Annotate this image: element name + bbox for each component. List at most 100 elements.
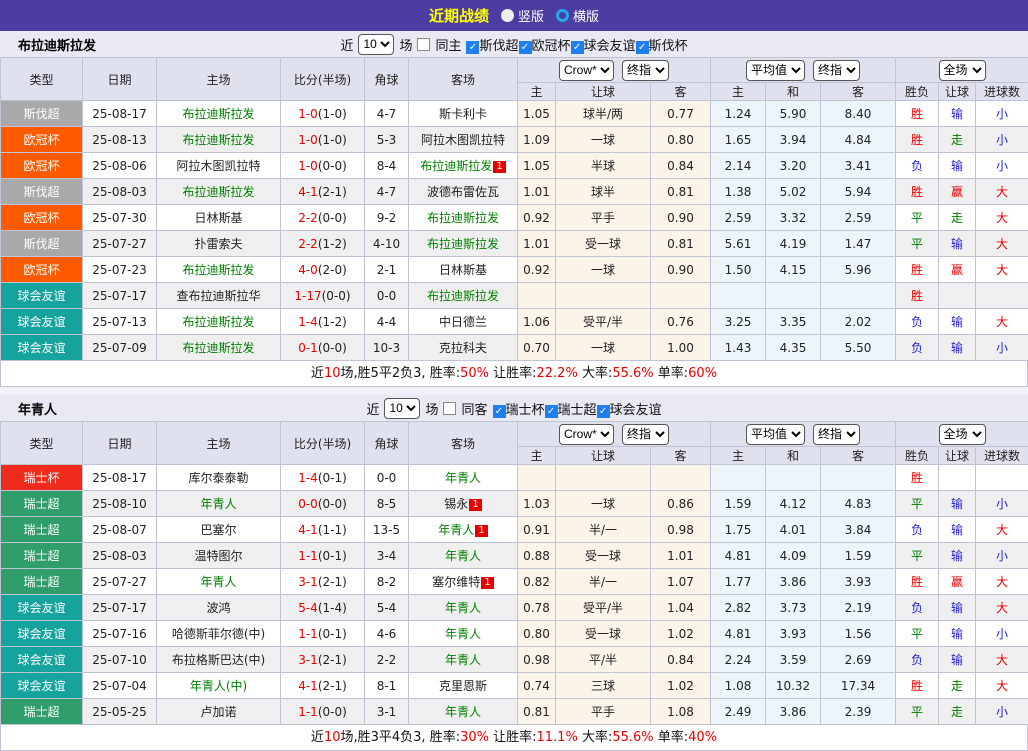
halftime-score: (0-0): [318, 497, 347, 511]
handicap-odds-group: Crow* 终指: [518, 422, 711, 447]
league-badge: 球会友谊: [1, 335, 83, 361]
corner-count: 3-4: [365, 543, 409, 569]
col-header-result: 胜负: [896, 447, 939, 465]
average-final-select[interactable]: 终指: [813, 424, 860, 445]
home-team-name: 年青人: [200, 497, 236, 511]
score: 0-0(0-0): [281, 491, 365, 517]
result-goals: 小: [976, 153, 1028, 179]
home-team: 布拉迪斯拉发: [157, 335, 281, 361]
results-table: 类型 日期 主场 比分(半场) 角球 客场 Crow* 终指 平均值: [0, 57, 1028, 361]
summary-text: 50%: [460, 366, 489, 381]
result-handicap: 输: [939, 621, 976, 647]
radio-off-icon[interactable]: [501, 9, 514, 22]
layout-radio-vertical[interactable]: 竖版: [501, 6, 544, 25]
halftime-score: (1-0): [318, 133, 347, 147]
odds-final-select[interactable]: 终指: [622, 60, 669, 81]
odds-home: [518, 465, 556, 491]
match-date: 25-07-13: [83, 309, 157, 335]
result-outcome: 平: [896, 543, 939, 569]
avg-draw: 4.19: [766, 231, 821, 257]
fulltime-select[interactable]: 全场: [939, 424, 986, 445]
average-odds-group: 平均值 终指: [711, 422, 896, 447]
col-header-away_odds: 客: [651, 447, 711, 465]
avg-away: 2.39: [821, 699, 896, 725]
result-outcome: 平: [896, 205, 939, 231]
match-date: 25-08-10: [83, 491, 157, 517]
result-goals: 小: [976, 621, 1028, 647]
league-checkbox-label: 瑞士超: [558, 403, 597, 418]
halftime-score: (1-2): [318, 315, 347, 329]
odds-source-select[interactable]: Crow*: [559, 60, 614, 81]
col-header-home_odds: 主: [518, 83, 556, 101]
handicap-line: 一球: [556, 127, 651, 153]
same-venue-checkbox[interactable]: [417, 38, 430, 51]
home-team: 年青人(中): [157, 673, 281, 699]
col-header-home: 主场: [157, 422, 281, 465]
away-team-name: 锡永: [444, 497, 468, 511]
radio-vertical-label: 竖版: [518, 6, 544, 25]
handicap-line: 半/一: [556, 569, 651, 595]
result-goals: 小: [976, 101, 1028, 127]
match-row: 球会友谊25-07-10布拉格斯巴达(中)3-1(2-1)2-2年青人0.98平…: [1, 647, 1028, 673]
summary-text: 让胜率:: [489, 730, 537, 745]
away-team: 年青人: [409, 543, 518, 569]
result-handicap: 输: [939, 335, 976, 361]
odds-home: 0.82: [518, 569, 556, 595]
league-checkbox[interactable]: ✓: [597, 405, 610, 418]
away-team-name: 布拉迪斯拉发: [420, 159, 492, 173]
league-checkbox[interactable]: ✓: [571, 41, 584, 54]
odds-away: 1.01: [651, 543, 711, 569]
league-checkbox[interactable]: ✓: [545, 405, 558, 418]
odds-away: 1.00: [651, 335, 711, 361]
avg-home: 2.59: [711, 205, 766, 231]
layout-radio-horizontal[interactable]: 横版: [556, 6, 599, 25]
league-badge: 欧冠杯: [1, 153, 83, 179]
odds-away: 0.90: [651, 205, 711, 231]
average-final-select[interactable]: 终指: [813, 60, 860, 81]
halftime-score: (1-0): [318, 107, 347, 121]
score: 2-2(0-0): [281, 205, 365, 231]
odds-home: 0.92: [518, 205, 556, 231]
result-goals: 小: [976, 543, 1028, 569]
match-row: 欧冠杯25-07-30日林斯基2-2(0-0)9-2布拉迪斯拉发0.92平手0.…: [1, 205, 1028, 231]
average-select[interactable]: 平均值: [746, 424, 805, 445]
league-badge: 瑞士超: [1, 543, 83, 569]
avg-draw: 3.73: [766, 595, 821, 621]
result-outcome: 负: [896, 517, 939, 543]
handicap-line: [556, 465, 651, 491]
corner-count: 2-1: [365, 257, 409, 283]
home-team: 卢加诺: [157, 699, 281, 725]
average-select[interactable]: 平均值: [746, 60, 805, 81]
halftime-score: (0-1): [318, 627, 347, 641]
league-checkbox[interactable]: ✓: [519, 41, 532, 54]
league-badge: 球会友谊: [1, 673, 83, 699]
recent-count-select[interactable]: 10: [384, 398, 420, 419]
radio-on-icon[interactable]: [556, 9, 569, 22]
match-date: 25-07-23: [83, 257, 157, 283]
odds-source-select[interactable]: Crow*: [559, 424, 614, 445]
avg-home: 1.75: [711, 517, 766, 543]
away-team: 布拉迪斯拉发: [409, 205, 518, 231]
league-checkbox-label: 球会友谊: [610, 403, 662, 418]
avg-draw: [766, 283, 821, 309]
league-checkbox[interactable]: ✓: [466, 41, 479, 54]
away-team-name: 布拉迪斯拉发: [427, 289, 499, 303]
fulltime-select[interactable]: 全场: [939, 60, 986, 81]
league-checkbox-label: 斯伐杯: [649, 39, 688, 54]
league-filters: ✓瑞士杯✓瑞士超✓球会友谊: [493, 399, 662, 418]
summary-text: 40%: [688, 730, 717, 745]
odds-home: 0.98: [518, 647, 556, 673]
league-checkbox[interactable]: ✓: [636, 41, 649, 54]
same-venue-checkbox[interactable]: [443, 402, 456, 415]
recent-count-select[interactable]: 10: [358, 34, 394, 55]
odds-final-select[interactable]: 终指: [622, 424, 669, 445]
handicap-line: 一球: [556, 491, 651, 517]
col-header-handicap: 让球: [556, 447, 651, 465]
league-checkbox[interactable]: ✓: [493, 405, 506, 418]
match-date: 25-07-27: [83, 569, 157, 595]
away-team-name: 年青人: [445, 471, 481, 485]
away-team: 日林斯基: [409, 257, 518, 283]
col-header-handicap: 让球: [556, 83, 651, 101]
odds-home: 0.78: [518, 595, 556, 621]
result-goals: 大: [976, 569, 1028, 595]
